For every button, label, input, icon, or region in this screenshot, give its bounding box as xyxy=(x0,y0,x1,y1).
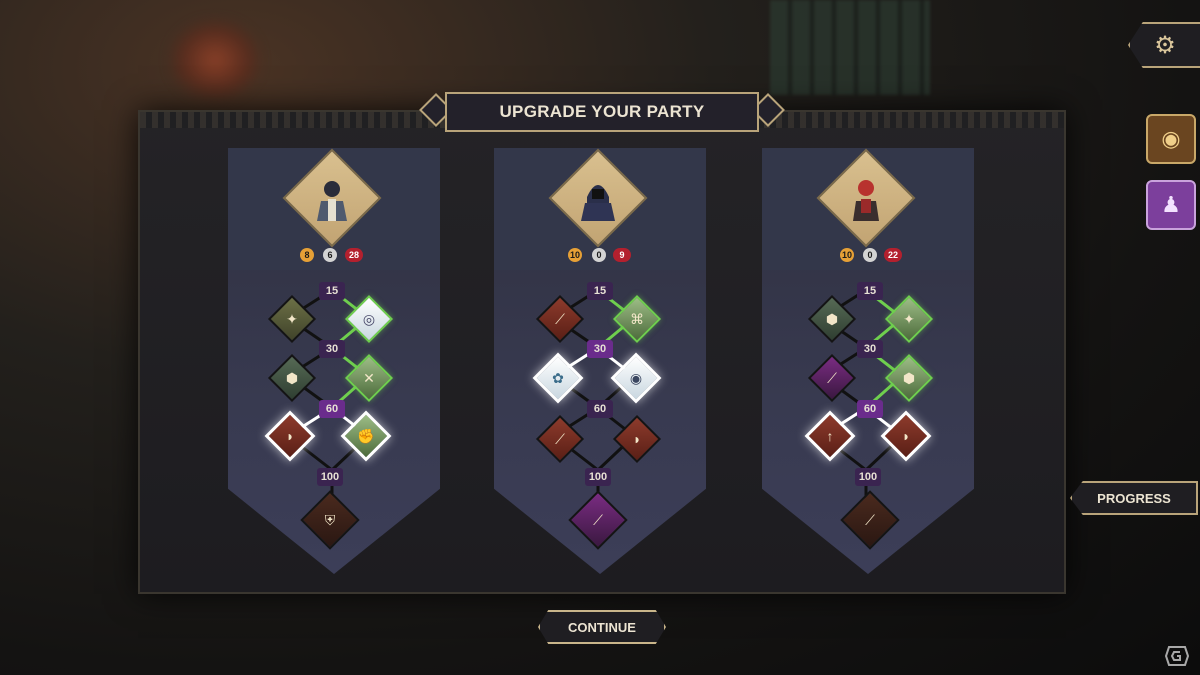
skill-icon: ⬢ xyxy=(825,310,839,327)
hp-badge: 22 xyxy=(884,248,902,262)
level-marker-60: 60 xyxy=(319,400,345,418)
gear-icon: ⚙ xyxy=(1154,31,1176,59)
level-marker-15: 15 xyxy=(319,282,345,300)
skill-icon: ⬢ xyxy=(902,369,916,386)
settings-button[interactable]: ⚙ xyxy=(1128,22,1200,68)
skill-icon: ◉ xyxy=(629,369,643,386)
rogue-figure xyxy=(581,185,615,221)
watermark-logo xyxy=(1164,645,1190,667)
skill-icon: ↑ xyxy=(826,428,834,444)
level-marker-100: 100 xyxy=(585,468,611,486)
warrior-figure xyxy=(317,181,347,221)
skill-icon: ⟋ xyxy=(555,430,565,447)
armor-badge: 6 xyxy=(323,248,337,262)
speed-badge: 10 xyxy=(568,248,582,262)
skill-icon: ⟋ xyxy=(865,511,875,528)
skill-icon: ◎ xyxy=(362,310,376,327)
level-marker-30: 30 xyxy=(319,340,345,358)
level-marker-15: 15 xyxy=(587,282,613,300)
skill-icon: ◗ xyxy=(901,428,911,444)
skill-icon: ✦ xyxy=(286,310,298,327)
party-button[interactable]: ♟ xyxy=(1146,180,1196,230)
page-title: UPGRADE YOUR PARTY xyxy=(445,92,759,132)
level-marker-60: 60 xyxy=(857,400,883,418)
armor-badge: 0 xyxy=(863,248,877,262)
hp-badge: 9 xyxy=(613,248,631,262)
level-marker-100: 100 xyxy=(855,468,881,486)
skill-icon: ◗ xyxy=(632,431,642,447)
skill-icon: ✕ xyxy=(363,369,375,386)
skill-icon: ✿ xyxy=(552,369,564,386)
level-marker-30: 30 xyxy=(857,340,883,358)
level-marker-100: 100 xyxy=(317,468,343,486)
skill-icon: ✦ xyxy=(903,310,915,327)
background-window xyxy=(770,0,930,95)
hp-badge: 28 xyxy=(345,248,363,262)
skill-icon: ⟋ xyxy=(593,511,603,528)
skill-icon: ◗ xyxy=(285,428,295,444)
armor-badge: 0 xyxy=(592,248,606,262)
skill-icon: ⛨ xyxy=(324,511,336,528)
coins-icon: ◉ xyxy=(1161,126,1181,151)
logo-icon xyxy=(1164,646,1190,666)
continue-button[interactable]: CONTINUE xyxy=(538,610,666,644)
skill-icon: ⟋ xyxy=(555,310,565,327)
level-marker-30: 30 xyxy=(587,340,613,358)
speed-badge: 8 xyxy=(300,248,314,262)
ranger-figure xyxy=(853,180,879,221)
speed-badge: 10 xyxy=(840,248,854,262)
skill-icon: ⟋ xyxy=(827,369,837,386)
level-marker-15: 15 xyxy=(857,282,883,300)
party-icon: ♟ xyxy=(1161,192,1181,217)
coins-button[interactable]: ◉ xyxy=(1146,114,1196,164)
skill-icon: ✊ xyxy=(357,427,375,444)
progress-button[interactable]: PROGRESS xyxy=(1070,481,1198,515)
background-fire xyxy=(170,20,260,100)
skill-icon: ⬢ xyxy=(285,369,299,386)
level-marker-60: 60 xyxy=(587,400,613,418)
skill-icon: ⌘ xyxy=(630,310,644,327)
